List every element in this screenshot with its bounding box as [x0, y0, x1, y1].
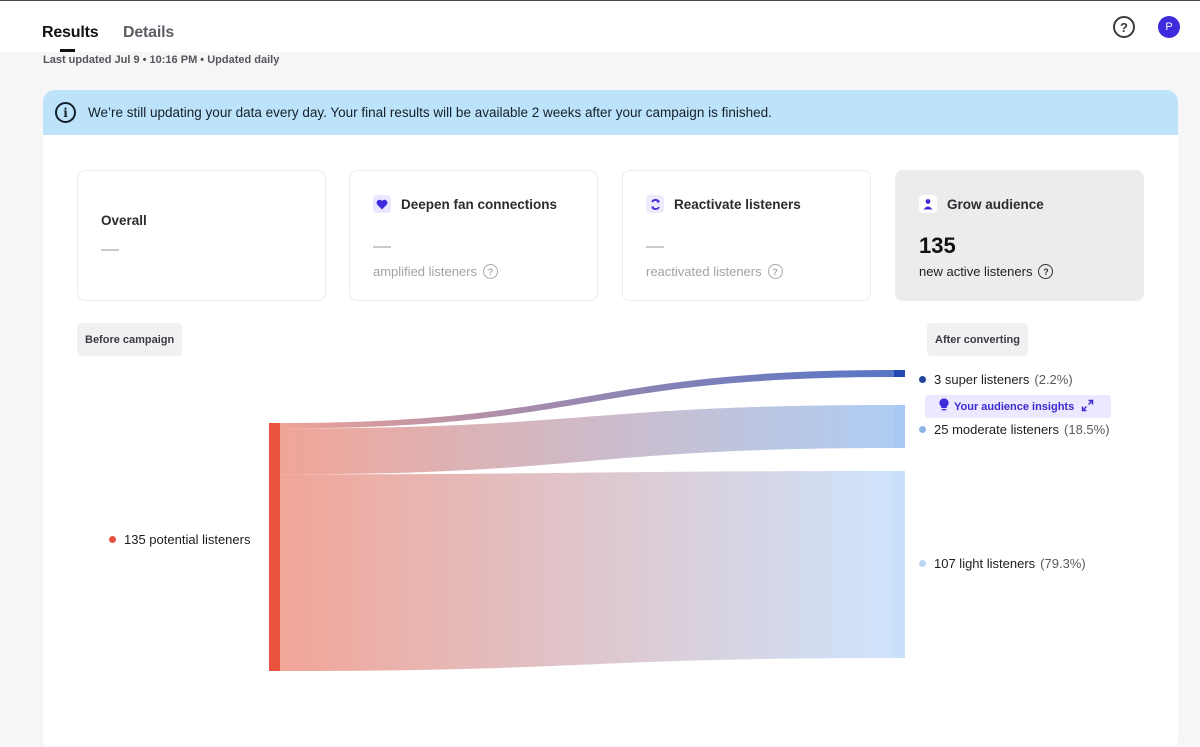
expand-icon: [1081, 399, 1094, 415]
light-label: 107 light listeners: [934, 556, 1036, 571]
sankey-flow-1: [280, 405, 894, 475]
light-dot: [919, 560, 926, 567]
audience-insights-button[interactable]: Your audience insights: [925, 395, 1111, 418]
source-dot: [109, 536, 116, 543]
moderate-label: 25 moderate listeners: [934, 422, 1060, 437]
legend-source: 135 potential listeners: [109, 532, 250, 547]
legend-moderate: 25 moderate listeners (18.5%): [919, 422, 1110, 437]
sankey-flow-2: [280, 471, 894, 671]
moderate-dot: [919, 426, 926, 433]
sankey-target-node-0: [894, 370, 905, 377]
super-label: 3 super listeners: [934, 372, 1030, 387]
sankey-target-node-2: [894, 471, 905, 658]
source-label: 135 potential listeners: [124, 532, 251, 547]
results-panel: i We’re still updating your data every d…: [43, 90, 1178, 747]
sankey-chart: [269, 370, 905, 671]
legend-super: 3 super listeners (2.2%): [919, 372, 1073, 387]
tab-results[interactable]: Results: [42, 24, 99, 42]
audience-insights-label: Your audience insights: [954, 400, 1075, 413]
active-tab-indicator: [60, 49, 75, 52]
legend-light: 107 light listeners (79.3%): [919, 556, 1086, 571]
super-pct: (2.2%): [1034, 372, 1073, 387]
super-dot: [919, 376, 926, 383]
tab-details[interactable]: Details: [123, 24, 174, 42]
avatar[interactable]: P: [1158, 16, 1180, 38]
moderate-pct: (18.5%): [1064, 422, 1110, 437]
sankey-target-node-1: [894, 405, 905, 448]
sankey-source-node: [269, 423, 280, 671]
last-updated-text: Last updated Jul 9 • 10:16 PM • Updated …: [43, 54, 280, 66]
help-icon[interactable]: ?: [1113, 16, 1135, 38]
light-pct: (79.3%): [1040, 556, 1086, 571]
top-bar: Results Details ? P: [0, 0, 1200, 52]
lightbulb-icon: [939, 398, 949, 415]
